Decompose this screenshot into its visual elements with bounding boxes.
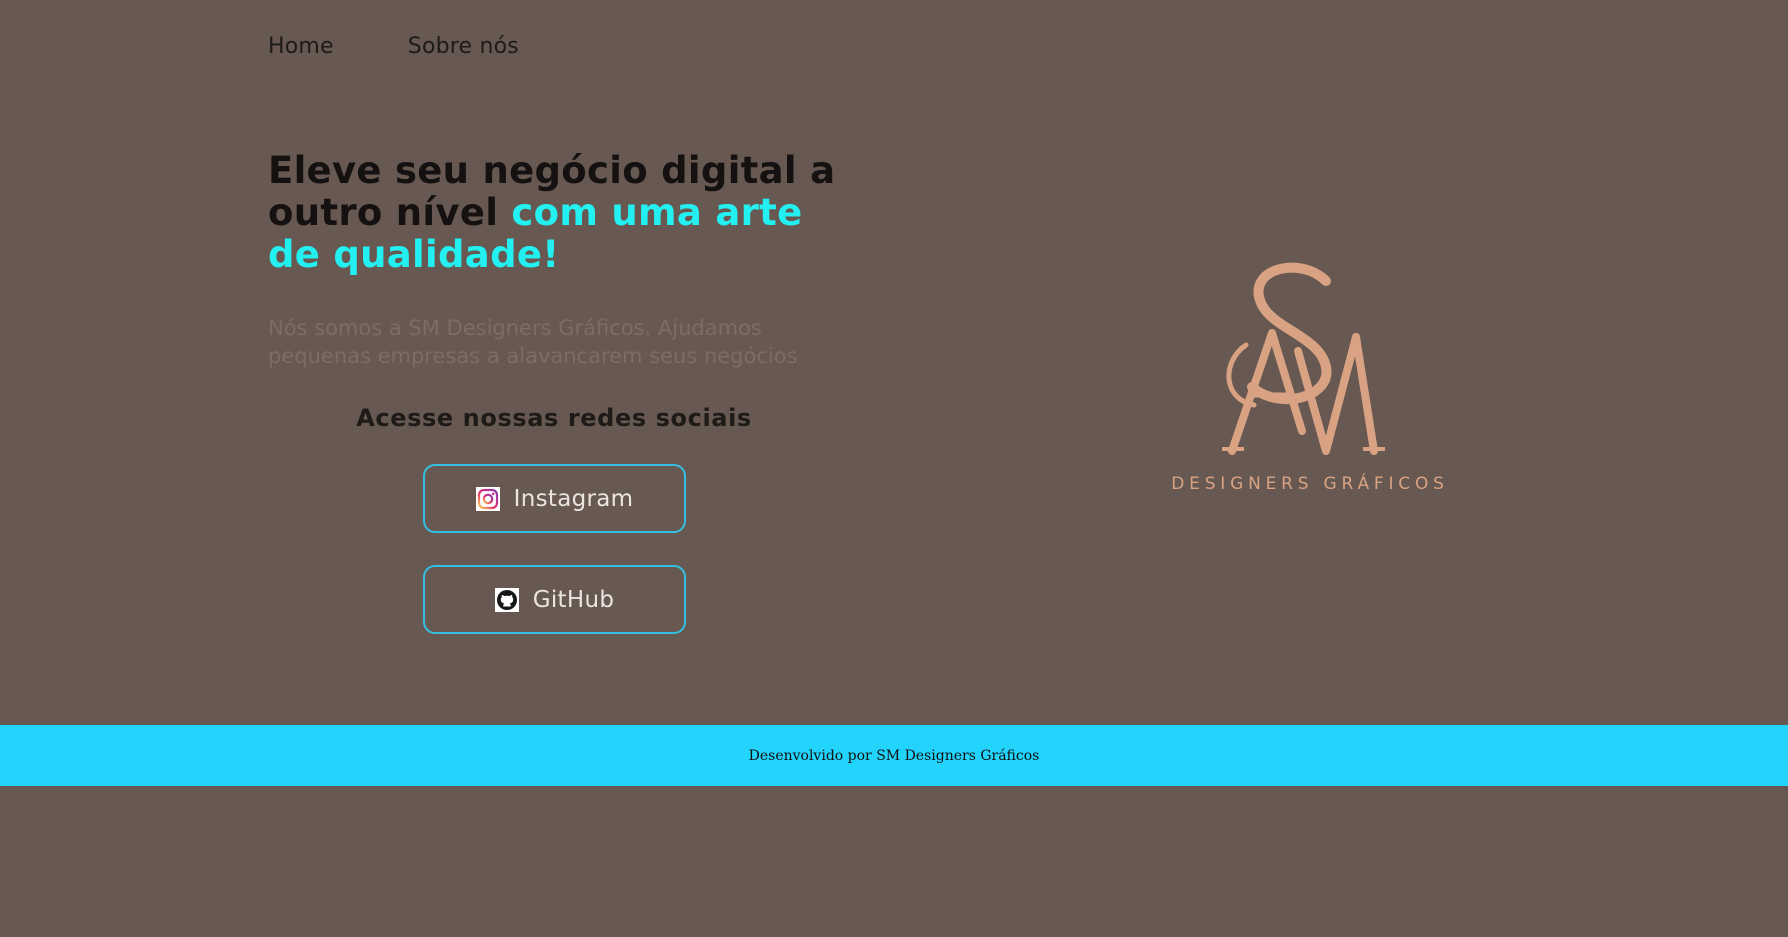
instagram-icon <box>475 486 500 511</box>
logo-subtitle: DESIGNERS GRÁFICOS <box>1171 474 1449 494</box>
hero-intro: Nós somos a SM Designers Gráficos. Ajuda… <box>268 316 798 368</box>
social-title: Acesse nossas redes sociais <box>356 404 752 432</box>
github-button[interactable]: GitHub <box>423 565 686 634</box>
footer-text: Desenvolvido por SM Designers Gráficos <box>748 747 1040 764</box>
hero-headline: Eleve seu negócio digital a outro nível … <box>268 150 848 276</box>
sm-monogram <box>1222 262 1385 455</box>
brand-logo: DESIGNERS GRÁFICOS <box>1160 255 1460 505</box>
footer: Desenvolvido por SM Designers Gráficos <box>0 725 1788 786</box>
nav-home-link[interactable]: Home <box>268 34 334 59</box>
github-icon <box>494 587 519 612</box>
nav-about-link[interactable]: Sobre nós <box>408 34 519 59</box>
github-label: GitHub <box>532 586 615 613</box>
instagram-label: Instagram <box>513 485 634 512</box>
instagram-button[interactable]: Instagram <box>423 464 686 533</box>
top-nav: Home Sobre nós <box>268 34 519 59</box>
